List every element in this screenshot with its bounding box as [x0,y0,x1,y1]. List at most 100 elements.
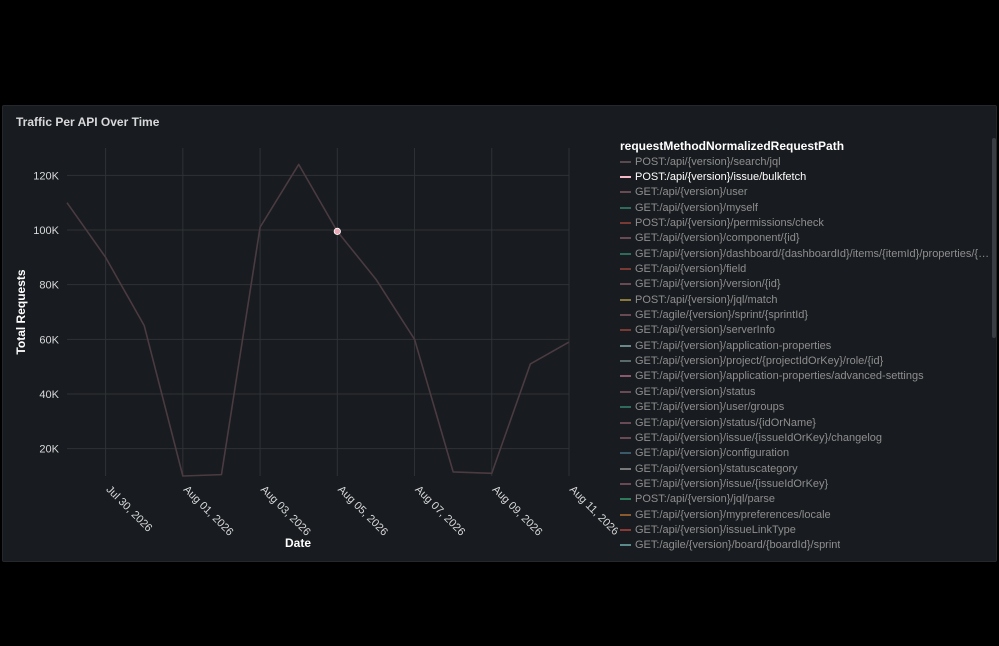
legend-label: GET:/api/{version}/application-propertie… [635,370,924,383]
legend-item[interactable]: GET:/agile/{version}/sprint/{sprintId} [620,307,998,322]
legend-label: POST:/api/{version}/jql/match [635,293,778,306]
legend-swatch [620,436,631,439]
legend-label: GET:/api/{version}/serverInfo [635,324,776,337]
legend-label: GET:/api/{version}/statuscategory [635,462,798,475]
data-point [451,470,455,474]
data-point [413,337,417,341]
legend-swatch [620,421,631,424]
legend-swatch [620,252,631,255]
legend-item[interactable]: GET:/api/{version}/configuration [620,446,998,461]
legend-item[interactable]: GET:/api/{version}/application-propertie… [620,369,998,384]
legend-label: GET:/api/{version}/application-propertie… [635,339,832,352]
legend-item[interactable]: GET:/api/{version}/statuscategory [620,461,998,476]
data-point [142,324,146,328]
legend-item[interactable]: GET:/api/{version}/issueLinkType [620,522,998,537]
legend-swatch [620,222,631,225]
y-tick-label: 120K [33,170,59,182]
x-tick-label: Aug 11, 2026 [567,484,618,538]
legend-label: GET:/api/{version}/status/{idOrName} [635,416,816,429]
y-tick-label: 20K [39,444,59,456]
x-tick-label: Aug 03, 2026 [258,484,313,539]
legend-swatch [620,314,631,317]
legend-swatch [620,544,631,547]
data-point [181,474,185,478]
legend-item[interactable]: GET:/api/{version}/issue/{issueIdOrKey}/… [620,430,998,445]
x-tick-label: Aug 09, 2026 [490,484,545,539]
legend-item[interactable]: GET:/api/{version}/status/{idOrName} [620,415,998,430]
legend-label: GET:/api/{version}/dashboard/{dashboardI… [635,247,995,260]
legend-swatch [620,390,631,393]
legend-items: POST:/api/{version}/search/jql POST:/api/… [620,154,998,553]
legend-title: requestMethodNormalizedRequestPath [620,139,845,153]
data-point [65,201,69,205]
legend-item[interactable]: GET:/api/{version}/myself [620,200,998,215]
legend-item[interactable]: POST:/api/{version}/search/jql [620,154,998,169]
legend-label: GET:/api/{version}/myself [635,201,758,214]
legend-label: GET:/api/{version}/version/{id} [635,278,781,291]
x-axis-title: Date [285,536,311,550]
legend-label: GET:/api/{version}/issue/{issueIdOrKey}/… [635,431,883,444]
legend-label: GET:/api/{version}/field [635,263,747,276]
legend-swatch [620,191,631,194]
legend-item[interactable]: GET:/api/{version}/user/groups [620,400,998,415]
legend-label: GET:/api/{version}/component/{id} [635,232,800,245]
legend-item[interactable]: GET:/api/{version}/project/{projectIdOrK… [620,353,998,368]
legend-swatch [620,237,631,240]
legend-swatch [620,467,631,470]
legend-label: POST:/api/{version}/permissions/check [635,217,824,230]
legend-item[interactable]: GET:/api/{version}/user [620,185,998,200]
legend: requestMethodNormalizedRequestPath POST:… [620,138,998,553]
line-chart[interactable]: Jul 30, 2026 Aug 01, 2026 Aug 03, 2026 Aug … [3,106,618,563]
legend-item[interactable]: GET:/api/{version}/field [620,261,998,276]
legend-item[interactable]: GET:/agile/{version}/board/{boardId}/spr… [620,538,998,553]
legend-item[interactable]: GET:/api/{version}/status [620,384,998,399]
legend-swatch [620,176,631,179]
legend-label: POST:/api/{version}/search/jql [635,155,781,168]
legend-item[interactable]: GET:/api/{version}/component/{id} [620,231,998,246]
y-tick-label: 40K [39,389,59,401]
legend-swatch [620,283,631,286]
data-point [219,473,223,477]
legend-swatch [620,406,631,409]
y-tick-label: 60K [39,334,59,346]
legend-label: GET:/api/{version}/configuration [635,447,790,460]
legend-label: GET:/api/{version}/project/{projectIdOrK… [635,355,884,368]
legend-item[interactable]: POST:/api/{version}/permissions/check [620,215,998,230]
legend-label: GET:/api/{version}/user [635,186,748,199]
legend-item[interactable]: GET:/api/{version}/issue/{issueIdOrKey} [620,476,998,491]
legend-swatch [620,206,631,209]
legend-item[interactable]: GET:/api/{version}/application-propertie… [620,338,998,353]
legend-label: GET:/api/{version}/status [635,385,756,398]
y-tick-label: 100K [33,225,59,237]
data-point [297,162,301,166]
y-tick-label: 80K [39,280,59,292]
legend-swatch [620,360,631,363]
legend-label: GET:/agile/{version}/sprint/{sprintId} [635,309,809,322]
data-point [374,277,378,281]
legend-item[interactable]: POST:/api/{version}/jql/match [620,292,998,307]
legend-label: POST:/api/{version}/issue/bulkfetch [635,171,807,184]
legend-swatch [620,482,631,485]
legend-label: GET:/api/{version}/issue/{issueIdOrKey} [635,477,829,490]
legend-item[interactable]: GET:/api/{version}/dashboard/{dashboardI… [620,246,998,261]
legend-swatch [620,160,631,163]
data-point [567,340,571,344]
x-tick-label: Jul 30, 2026 [103,484,154,535]
data-point [528,362,532,366]
legend-swatch [620,375,631,378]
legend-label: GET:/api/{version}/user/groups [635,401,785,414]
x-tick-label: Aug 01, 2026 [181,484,236,539]
legend-swatch [620,298,631,301]
legend-item[interactable]: POST:/api/{version}/issue/bulkfetch [620,169,998,184]
legend-item[interactable]: GET:/api/{version}/mypreferences/locale [620,507,998,522]
legend-swatch [620,329,631,332]
legend-item[interactable]: GET:/api/{version}/version/{id} [620,277,998,292]
data-point [490,471,494,475]
x-tick-label: Aug 05, 2026 [335,484,390,539]
legend-scrollbar[interactable] [992,138,996,338]
legend-item[interactable]: POST:/api/{version}/jql/parse [620,492,998,507]
legend-item[interactable]: GET:/api/{version}/serverInfo [620,323,998,338]
legend-swatch [620,498,631,501]
legend-label: GET:/agile/{version}/board/{boardId}/spr… [635,539,841,552]
legend-label: GET:/api/{version}/issueLinkType [635,523,796,536]
